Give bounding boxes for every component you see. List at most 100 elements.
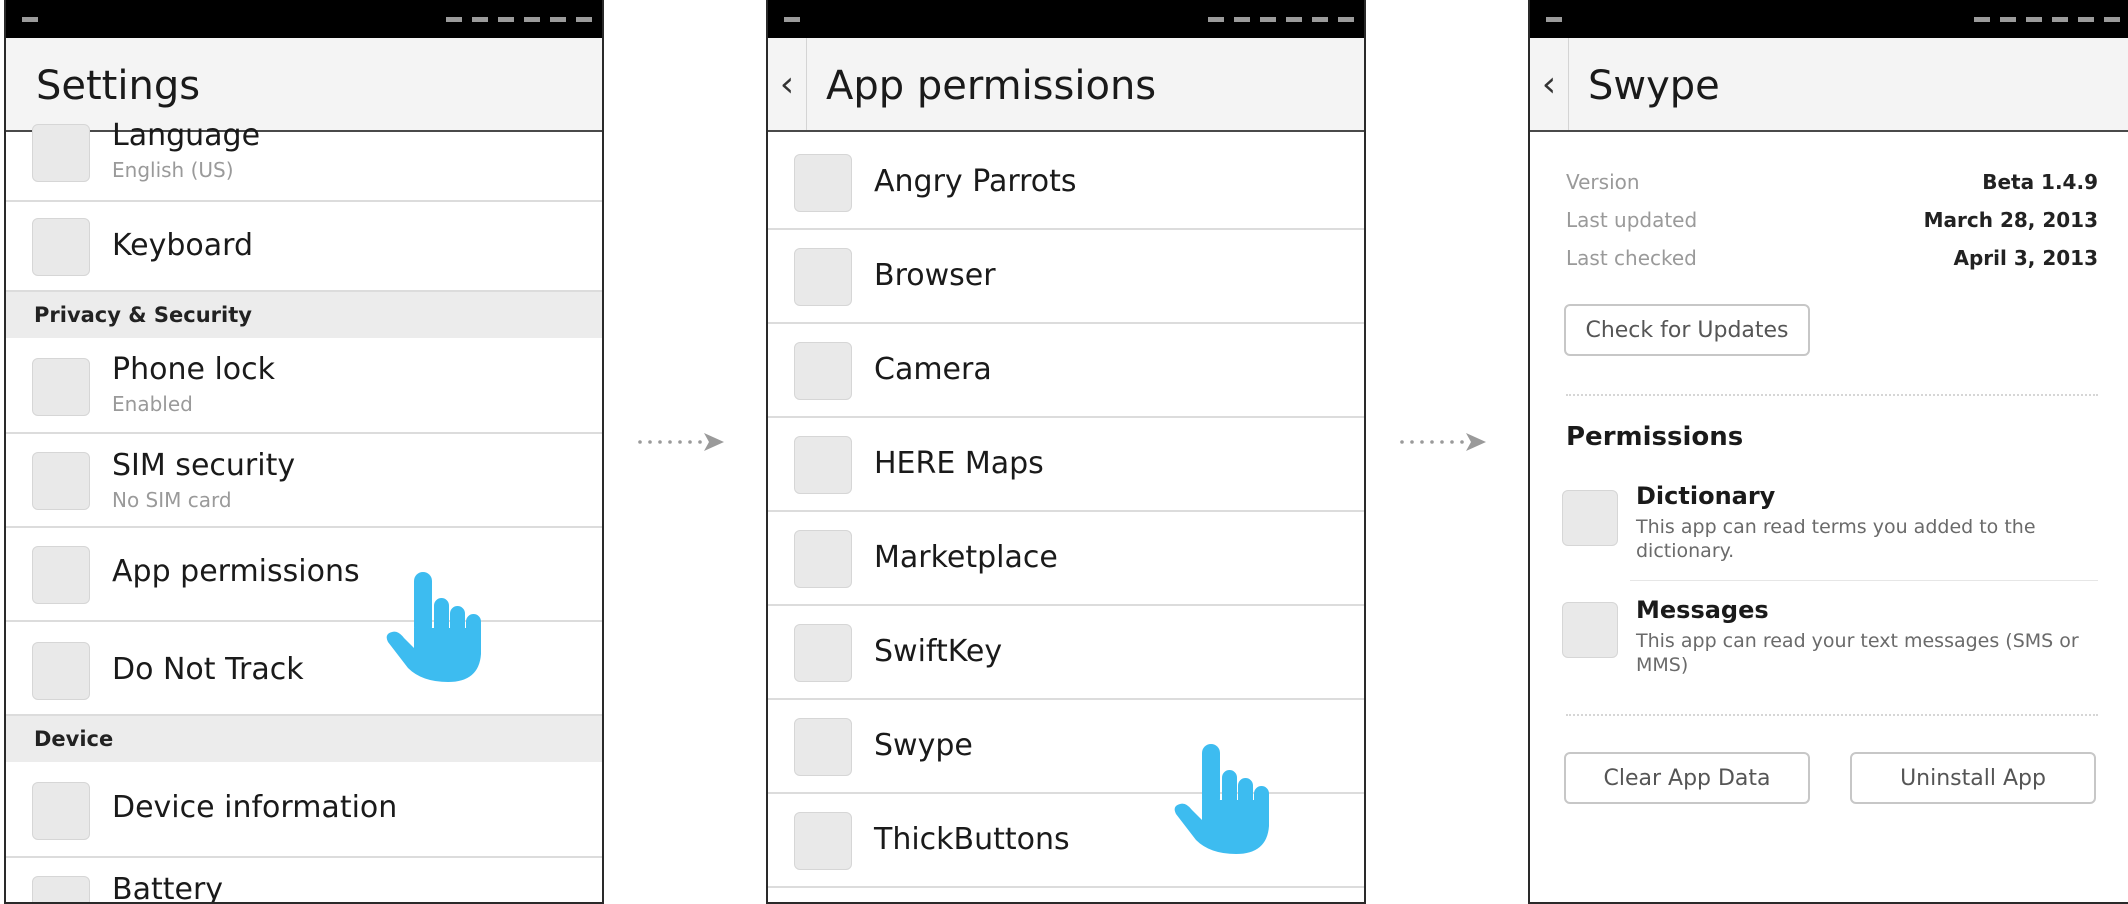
info-value: Beta 1.4.9	[1982, 170, 2098, 194]
settings-item-label: Language	[112, 118, 261, 153]
app-list-item[interactable]: Angry Parrots	[768, 136, 1364, 230]
page-title: Settings	[36, 63, 201, 109]
status-indicator	[1546, 17, 1562, 22]
divider	[1630, 580, 2098, 581]
sim-security-icon	[32, 452, 90, 510]
divider	[1566, 714, 2098, 716]
dotted-arrow-icon	[638, 433, 724, 451]
app-icon	[794, 530, 852, 588]
dotted-arrow-icon	[1400, 433, 1486, 451]
app-name: Angry Parrots	[874, 164, 1077, 199]
settings-item-label: App permissions	[112, 554, 360, 589]
app-name: Browser	[874, 258, 996, 293]
pointing-hand-icon	[1174, 744, 1269, 854]
app-name: ThickButtons	[874, 822, 1070, 857]
app-name: Swype	[874, 728, 973, 763]
app-list-item[interactable]: SwiftKey	[768, 606, 1364, 700]
info-key: Last checked	[1566, 246, 1697, 270]
app-name: HERE Maps	[874, 446, 1044, 481]
app-permissions-header: ‹ App permissions	[768, 38, 1364, 132]
app-icon	[794, 154, 852, 212]
info-row-version: Version Beta 1.4.9	[1566, 170, 2098, 200]
app-list-item[interactable]: Camera	[768, 324, 1364, 418]
settings-item-label: Do Not Track	[112, 652, 304, 687]
status-icons	[1974, 17, 2120, 22]
divider	[1566, 394, 2098, 396]
status-indicator	[22, 17, 38, 22]
info-key: Version	[1566, 170, 1640, 194]
status-bar	[768, 0, 1364, 38]
app-icon	[794, 812, 852, 870]
messages-icon	[1562, 602, 1618, 658]
permission-name: Messages	[1636, 596, 1769, 624]
clear-app-data-button[interactable]: Clear App Data	[1564, 752, 1810, 804]
app-icon	[794, 718, 852, 776]
back-button[interactable]: ‹	[768, 38, 807, 130]
chevron-left-icon: ‹	[1541, 63, 1557, 105]
settings-item-language[interactable]: Language English (US)	[6, 118, 602, 202]
settings-item-sublabel: Enabled	[112, 392, 193, 416]
status-indicator	[784, 17, 800, 22]
app-icon	[794, 342, 852, 400]
back-button[interactable]: ‹	[1530, 38, 1569, 130]
settings-item-do-not-track[interactable]: Do Not Track	[6, 622, 602, 716]
settings-item-label: Phone lock	[112, 352, 276, 387]
info-value: April 3, 2013	[1953, 246, 2098, 270]
keyboard-icon	[32, 218, 90, 276]
section-header-label: Privacy & Security	[34, 303, 252, 327]
page-title: Swype	[1588, 63, 1720, 109]
app-list-item[interactable]: Marketplace	[768, 512, 1364, 606]
status-bar	[1530, 0, 2128, 38]
app-icon	[794, 436, 852, 494]
info-value: March 28, 2013	[1923, 208, 2098, 232]
settings-header: Settings	[6, 38, 602, 132]
settings-item-sim-security[interactable]: SIM security No SIM card	[6, 434, 602, 528]
section-header-label: Device	[34, 727, 114, 751]
settings-item-label: Battery	[112, 872, 224, 904]
settings-item-label: SIM security	[112, 448, 296, 483]
permission-description: This app can read your text messages (SM…	[1636, 630, 2079, 676]
section-header-device: Device	[6, 716, 602, 762]
phone-lock-icon	[32, 358, 90, 416]
settings-item-sublabel: No SIM card	[112, 488, 232, 512]
info-row-last-updated: Last updated March 28, 2013	[1566, 208, 2098, 238]
permission-name: Dictionary	[1636, 482, 1776, 510]
settings-item-phone-lock[interactable]: Phone lock Enabled	[6, 338, 602, 434]
do-not-track-icon	[32, 642, 90, 700]
language-icon	[32, 124, 90, 182]
device-information-icon	[32, 782, 90, 840]
section-header-privacy: Privacy & Security	[6, 292, 602, 338]
app-icon	[794, 248, 852, 306]
app-permissions-icon	[32, 546, 90, 604]
uninstall-app-button[interactable]: Uninstall App	[1850, 752, 2096, 804]
app-icon	[794, 624, 852, 682]
chevron-left-icon: ‹	[779, 63, 795, 105]
app-list-item[interactable]: Browser	[768, 230, 1364, 324]
page-title: App permissions	[826, 63, 1157, 109]
check-for-updates-button[interactable]: Check for Updates	[1564, 304, 1810, 356]
settings-item-keyboard[interactable]: Keyboard	[6, 202, 602, 292]
status-icons	[1208, 17, 1354, 22]
status-icons	[446, 17, 592, 22]
settings-item-label: Keyboard	[112, 228, 254, 263]
app-detail-header: ‹ Swype	[1530, 38, 2128, 132]
settings-item-device-information[interactable]: Device information	[6, 762, 602, 858]
info-row-last-checked: Last checked April 3, 2013	[1566, 246, 2098, 276]
settings-item-sublabel: English (US)	[112, 158, 234, 182]
settings-item-app-permissions[interactable]: App permissions	[6, 528, 602, 622]
info-key: Last updated	[1566, 208, 1698, 232]
settings-item-label: Device information	[112, 790, 398, 825]
app-name: Marketplace	[874, 540, 1058, 575]
pointing-hand-icon	[386, 572, 481, 682]
settings-item-battery[interactable]: Battery	[6, 858, 602, 904]
battery-icon	[32, 876, 90, 902]
dictionary-icon	[1562, 490, 1618, 546]
settings-screen: Settings Language English (US) Keyboard …	[4, 0, 604, 904]
app-list-item[interactable]: HERE Maps	[768, 418, 1364, 512]
status-bar	[6, 0, 602, 38]
permission-description: This app can read terms you added to the…	[1636, 516, 2036, 562]
app-detail-screen: ‹ Swype Version Beta 1.4.9 Last updated …	[1528, 0, 2128, 904]
app-permissions-screen: ‹ App permissions Angry Parrots Browser Ca…	[766, 0, 1366, 904]
app-name: SwiftKey	[874, 634, 1003, 669]
app-name: Camera	[874, 352, 992, 387]
